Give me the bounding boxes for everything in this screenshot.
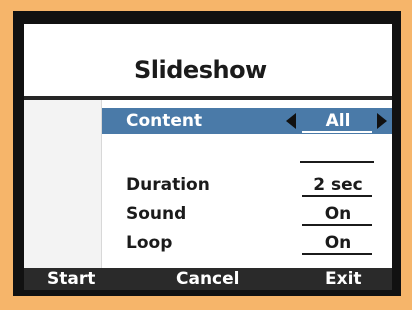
menu-row-loop[interactable]: Loop On xyxy=(102,230,392,256)
loop-value: On xyxy=(324,233,352,253)
start-button[interactable]: Start xyxy=(47,269,95,289)
exit-button[interactable]: Exit xyxy=(325,269,362,289)
next-option-arrow-icon[interactable] xyxy=(377,113,387,129)
loop-value-underline xyxy=(302,253,372,255)
previous-option-arrow-icon[interactable] xyxy=(286,113,296,129)
left-column xyxy=(24,100,102,268)
cancel-button[interactable]: Cancel xyxy=(176,269,239,289)
softkey-bar: Start Cancel Exit xyxy=(24,268,392,290)
menu-row-sound[interactable]: Sound On xyxy=(102,201,392,227)
duration-value-underline xyxy=(302,195,372,197)
menu-row-content[interactable]: Content All xyxy=(102,108,392,134)
duration-value: 2 sec xyxy=(313,175,363,195)
menu-row-duration[interactable]: Duration 2 sec xyxy=(102,172,392,198)
empty-field-line xyxy=(300,161,374,163)
sound-label: Sound xyxy=(126,204,187,224)
camera-screen: Slideshow Content All Duration 2 sec Sou… xyxy=(24,24,392,290)
header: Slideshow xyxy=(24,24,392,96)
content-value: All xyxy=(325,111,351,131)
sound-value-underline xyxy=(302,224,372,226)
duration-label: Duration xyxy=(126,175,210,195)
content-label: Content xyxy=(126,111,203,131)
loop-label: Loop xyxy=(126,233,173,253)
page-title: Slideshow xyxy=(134,56,267,84)
sound-value: On xyxy=(324,204,352,224)
content-value-underline xyxy=(302,131,372,133)
